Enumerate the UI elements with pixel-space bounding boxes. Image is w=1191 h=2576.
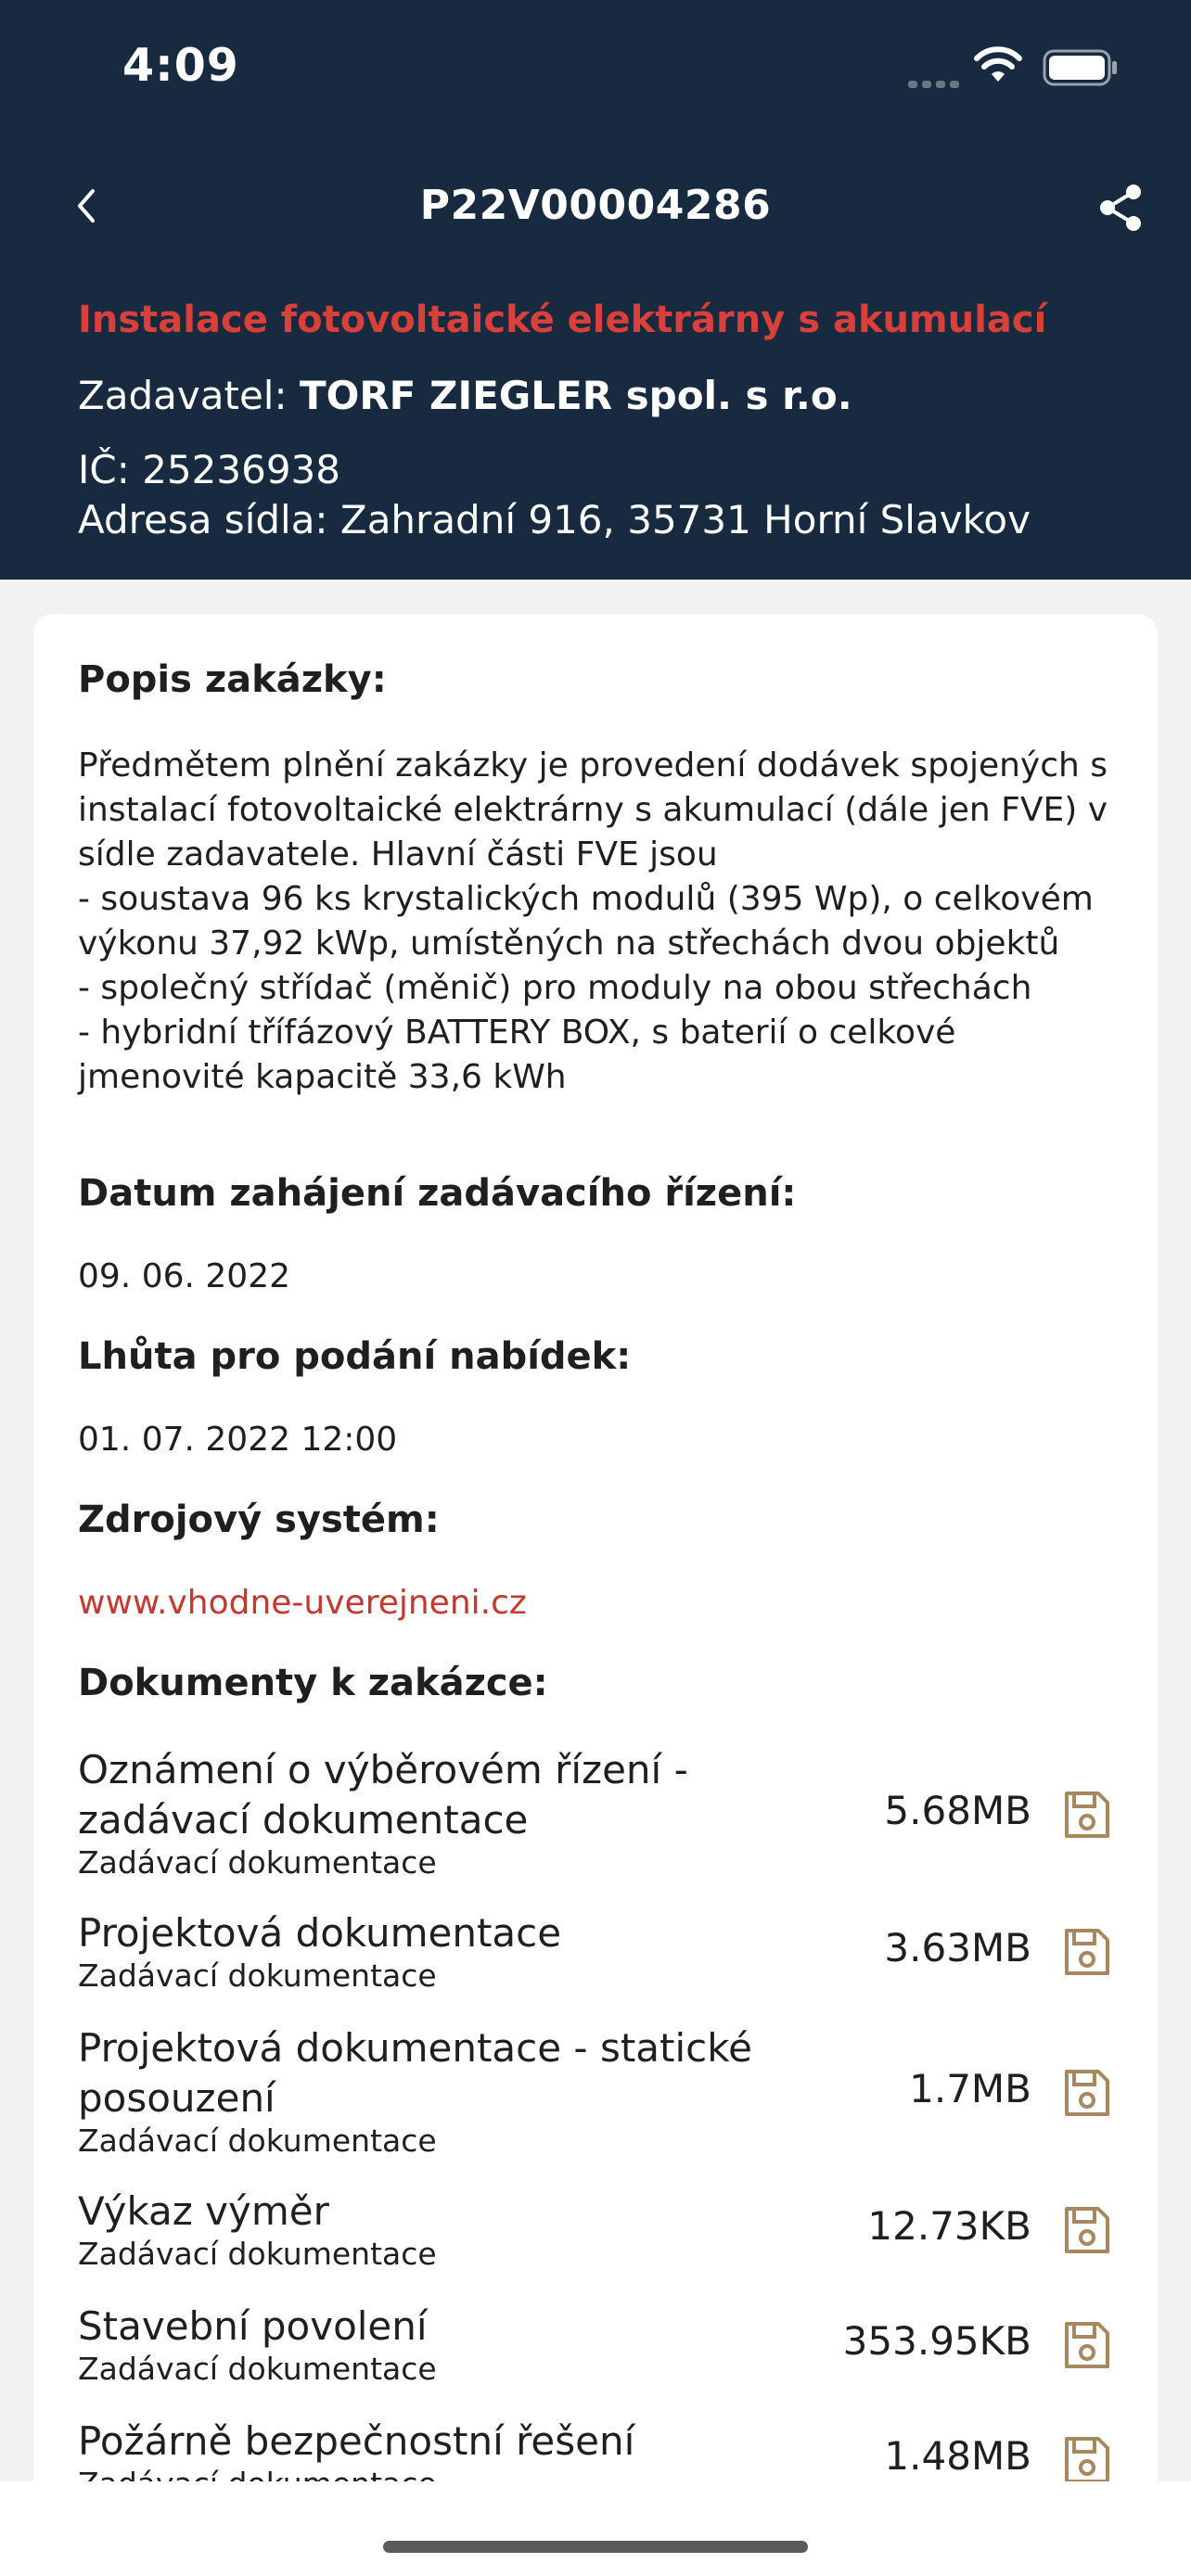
save-icon[interactable] <box>1061 1925 1113 1979</box>
document-size: 1.48MB <box>884 2433 1031 2479</box>
source-system-title: Zdrojový systém: <box>78 1498 440 1541</box>
document-size: 1.7MB <box>909 2066 1031 2111</box>
company-address: Adresa sídla: Zahradní 916, 35731 Horní … <box>78 497 1031 542</box>
detail-card: Popis zakázky: Předmětem plnění zakázky … <box>33 614 1158 2576</box>
document-size: 3.63MB <box>884 1925 1031 1970</box>
signal-icon <box>908 74 964 92</box>
save-icon[interactable] <box>1061 1788 1113 1842</box>
document-name: Stavební povolení <box>78 2303 428 2349</box>
document-item[interactable]: Stavební povolení Zadávací dokumentace 3… <box>78 2302 1154 2387</box>
status-time: 4:09 <box>122 39 239 92</box>
source-system-link[interactable]: www.vhodne-uverejneni.cz <box>78 1584 527 1622</box>
document-name: Výkaz výměr <box>78 2188 329 2234</box>
home-indicator[interactable] <box>383 2541 808 2553</box>
company-id: IČ: 25236938 <box>78 447 340 492</box>
start-date-title: Datum zahájení zadávacího řízení: <box>78 1172 797 1215</box>
document-name: Požárně bezpečnostní řešení <box>78 2418 635 2464</box>
deadline-title: Lhůta pro podání nabídek: <box>78 1335 632 1378</box>
document-name: Projektová dokumentace <box>78 1910 562 1956</box>
document-item[interactable]: Projektová dokumentace Zadávací dokument… <box>78 1908 1154 1994</box>
save-icon[interactable] <box>1061 2318 1113 2372</box>
document-type: Zadávací dokumentace <box>78 1844 437 1881</box>
document-size: 5.68MB <box>884 1788 1031 1833</box>
description-title: Popis zakázky: <box>78 658 387 701</box>
deadline-value: 01. 07. 2022 12:00 <box>78 1421 398 1459</box>
share-icon[interactable] <box>1096 182 1145 234</box>
contracting-authority-name: TORF ZIEGLER spol. s r.o. <box>299 373 852 418</box>
save-icon[interactable] <box>1061 2066 1113 2120</box>
document-type: Zadávací dokumentace <box>78 2123 437 2159</box>
contracting-authority-label: Zadavatel: <box>78 373 300 418</box>
document-item[interactable]: Projektová dokumentace - statické posouz… <box>78 2023 1154 2159</box>
document-size: 12.73KB <box>867 2203 1031 2249</box>
nav-title: P22V00004286 <box>419 182 772 229</box>
description-text: Předmětem plnění zakázky je provedení do… <box>78 746 1108 1096</box>
contracting-authority: Zadavatel: TORF ZIEGLER spol. s r.o. <box>78 373 852 418</box>
document-size: 353.95KB <box>842 2318 1031 2364</box>
battery-icon <box>1043 49 1117 86</box>
home-bar-area <box>0 2481 1191 2576</box>
start-date-value: 09. 06. 2022 <box>78 1257 291 1295</box>
header: 4:09 P22V00004286 Instalace fotovoltaick… <box>0 0 1191 580</box>
document-item[interactable]: Oznámení o výběrovém řízení - zadávací d… <box>78 1745 1154 1881</box>
save-icon[interactable] <box>1061 2203 1113 2257</box>
save-icon[interactable] <box>1061 2433 1113 2487</box>
document-item[interactable]: Výkaz výměr Zadávací dokumentace 12.73KB <box>78 2187 1154 2272</box>
document-name: Projektová dokumentace - statické posouz… <box>78 2025 752 2121</box>
document-name: Oznámení o výběrovém řízení - zadávací d… <box>78 1747 688 1843</box>
wifi-icon <box>974 46 1022 82</box>
tender-title: Instalace fotovoltaické elektrárny s aku… <box>78 299 1047 341</box>
documents-title: Dokumenty k zakázce: <box>78 1662 548 1704</box>
